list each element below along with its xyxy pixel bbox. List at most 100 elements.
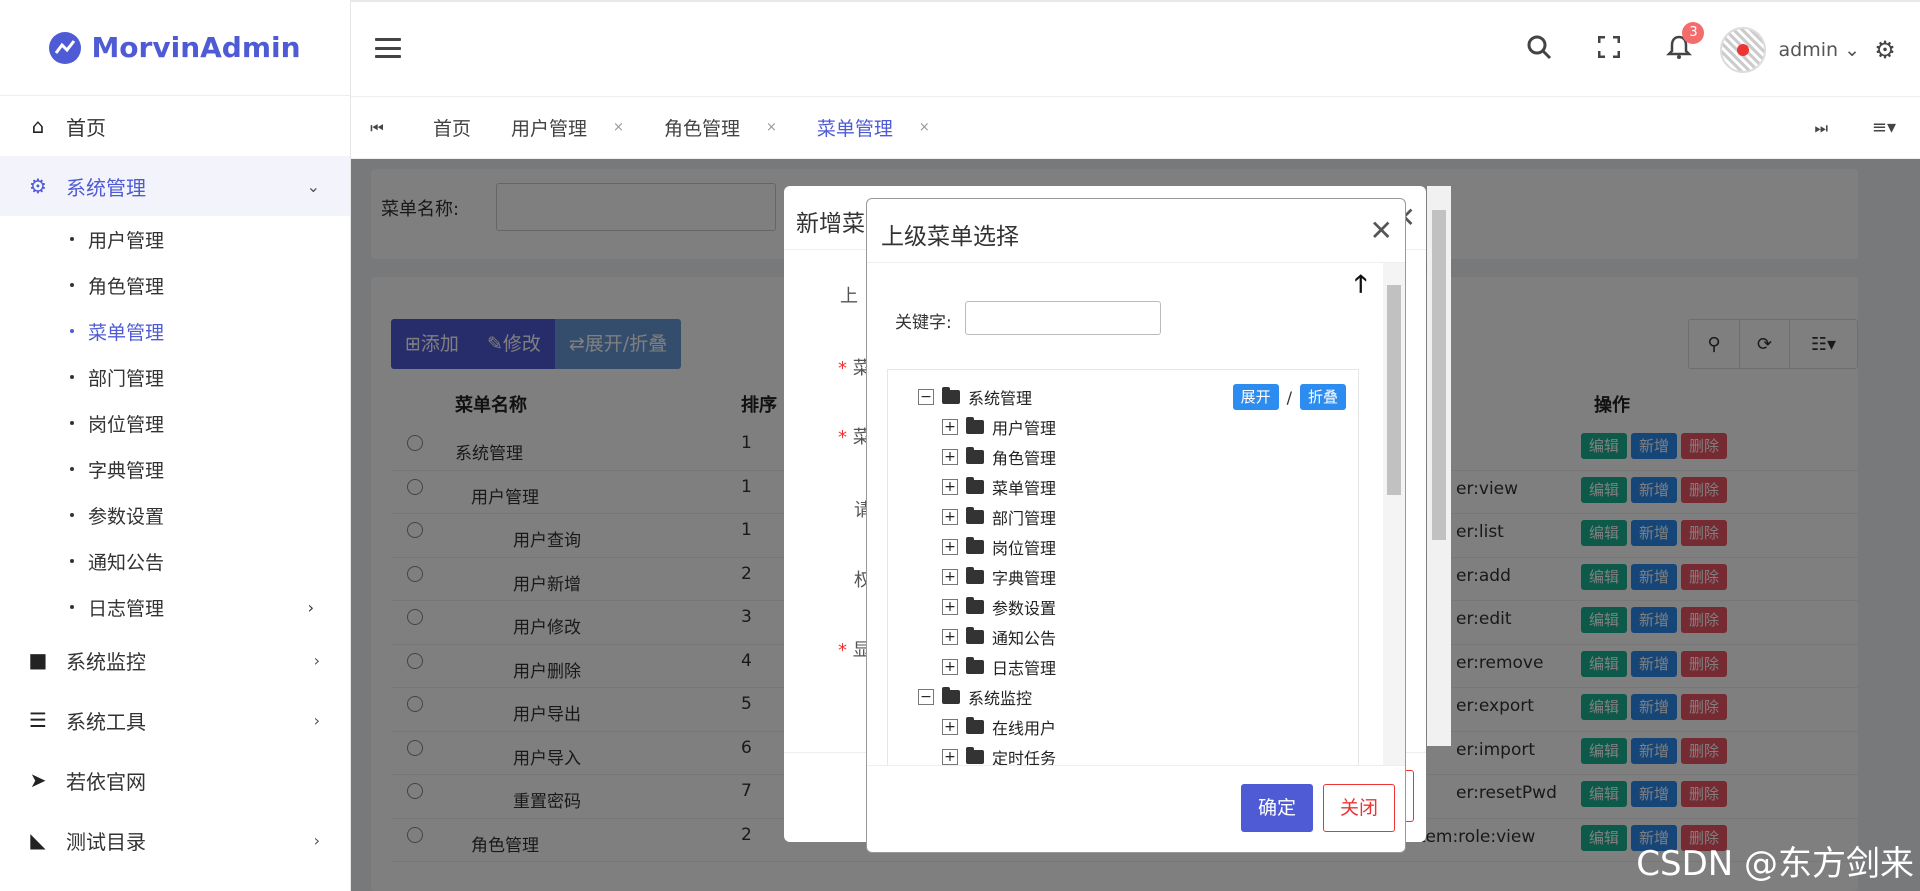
tree-node-label[interactable]: 日志管理: [992, 655, 1056, 679]
folder-icon: [966, 507, 984, 524]
tree-node-label[interactable]: 在线用户: [992, 715, 1056, 739]
bullet-icon: [70, 513, 74, 517]
tree-node[interactable]: + 参数设置: [918, 592, 1056, 622]
sidebar-item-system[interactable]: ⚙ 系统管理 ⌄: [0, 156, 350, 216]
expand-node-icon[interactable]: +: [942, 449, 958, 465]
logo[interactable]: MorvinAdmin: [0, 0, 350, 96]
scrollbar-thumb[interactable]: [1387, 285, 1401, 495]
tree-node[interactable]: + 日志管理: [918, 652, 1056, 682]
expand-node-icon[interactable]: +: [942, 509, 958, 525]
sidebar-item-monitor[interactable]: ■ 系统监控 ›: [0, 630, 350, 690]
expand-node-icon[interactable]: +: [942, 629, 958, 645]
scroll-left-icon[interactable]: ⏮: [351, 119, 403, 137]
expand-node-icon[interactable]: +: [942, 599, 958, 615]
submenu-label: 字典管理: [88, 459, 165, 482]
search-icon[interactable]: [1504, 34, 1574, 66]
submenu-item-config[interactable]: 参数设置: [0, 492, 350, 538]
tree-node[interactable]: + 用户管理: [918, 412, 1056, 442]
expand-node-icon[interactable]: +: [942, 479, 958, 495]
sidebar-item-label: 首页: [66, 115, 106, 140]
watermark: CSDN @东方剑来: [1636, 844, 1914, 884]
tree-node[interactable]: − 系统管理: [918, 382, 1056, 412]
close-icon[interactable]: ×: [613, 120, 624, 135]
tab-home[interactable]: 首页: [403, 114, 491, 141]
keyword-input[interactable]: [965, 301, 1161, 335]
sidebar-item-home[interactable]: ⌂ 首页: [0, 96, 350, 156]
tab-users[interactable]: 用户管理 ×: [491, 114, 644, 141]
expand-node-icon[interactable]: +: [942, 569, 958, 585]
submenu-item-menus[interactable]: 菜单管理: [0, 308, 350, 354]
parent-menu-select-dialog: 上级菜单选择 ✕ 🡑 关键字: 展开 / 折叠 − 系统管理 + 用户管理 + 角色管理 +…: [866, 198, 1406, 853]
arrow-up-icon[interactable]: 🡑: [1355, 267, 1367, 308]
hamburger-icon[interactable]: [375, 38, 401, 58]
bullet-icon: [70, 375, 74, 379]
tree-node-label[interactable]: 部门管理: [992, 505, 1056, 529]
outer-scrollbar-thumb[interactable]: [1432, 210, 1446, 540]
avatar[interactable]: [1720, 26, 1767, 73]
tree-node[interactable]: + 字典管理: [918, 562, 1056, 592]
tree-node-label[interactable]: 定时任务: [992, 745, 1056, 765]
bell-icon[interactable]: 3: [1644, 21, 1714, 66]
submenu-item-logs[interactable]: 日志管理 ›: [0, 584, 350, 630]
submenu-item-dict[interactable]: 字典管理: [0, 446, 350, 492]
bullet-icon: [70, 467, 74, 471]
close-icon[interactable]: ×: [919, 120, 930, 135]
sidebar-item-test[interactable]: ◣ 测试目录 ›: [0, 810, 350, 870]
bullet-icon: [70, 559, 74, 563]
close-icon[interactable]: ×: [766, 120, 777, 135]
close-icon[interactable]: ✕: [1370, 217, 1393, 245]
collapse-node-icon[interactable]: −: [918, 389, 934, 405]
tree-node[interactable]: + 通知公告: [918, 622, 1056, 652]
tree-node-label[interactable]: 系统管理: [968, 385, 1032, 409]
tree-node[interactable]: + 在线用户: [918, 712, 1056, 742]
fullscreen-icon[interactable]: [1574, 35, 1644, 64]
tree-node[interactable]: + 角色管理: [918, 442, 1056, 472]
tree-node[interactable]: + 菜单管理: [918, 472, 1056, 502]
list-icon: ☰: [29, 708, 47, 732]
submenu-item-roles[interactable]: 角色管理: [0, 262, 350, 308]
sidebar-item-tools[interactable]: ☰ 系统工具 ›: [0, 690, 350, 750]
expand-node-icon[interactable]: +: [942, 539, 958, 555]
tree-node[interactable]: − 系统监控: [918, 682, 1056, 712]
tree-node-label[interactable]: 菜单管理: [992, 475, 1056, 499]
keyword-label: 关键字:: [895, 313, 952, 333]
collapse-button[interactable]: 折叠: [1299, 384, 1346, 410]
tab-roles[interactable]: 角色管理 ×: [644, 114, 797, 141]
collapse-node-icon[interactable]: −: [918, 689, 934, 705]
expand-node-icon[interactable]: +: [942, 659, 958, 675]
tree-node-label[interactable]: 系统监控: [968, 685, 1032, 709]
submenu-item-posts[interactable]: 岗位管理: [0, 400, 350, 446]
submenu-label: 部门管理: [88, 367, 165, 390]
submenu-item-users[interactable]: 用户管理: [0, 216, 350, 262]
tree-node-label[interactable]: 通知公告: [992, 625, 1056, 649]
expand-node-icon[interactable]: +: [942, 719, 958, 735]
submenu-item-notice[interactable]: 通知公告: [0, 538, 350, 584]
tree-node-label[interactable]: 字典管理: [992, 565, 1056, 589]
tree-node[interactable]: + 部门管理: [918, 502, 1056, 532]
tab-menu-icon[interactable]: ≡▾: [1872, 117, 1896, 138]
username[interactable]: admin ⌄: [1778, 39, 1860, 61]
chevron-right-icon: ›: [313, 650, 320, 670]
confirm-button[interactable]: 确定: [1241, 784, 1313, 832]
tree-node-label[interactable]: 角色管理: [992, 445, 1056, 469]
submenu-item-depts[interactable]: 部门管理: [0, 354, 350, 400]
submenu-label: 岗位管理: [88, 413, 165, 436]
tree-node-label[interactable]: 用户管理: [992, 415, 1056, 439]
tree-node-label[interactable]: 岗位管理: [992, 535, 1056, 559]
outer-scrollbar[interactable]: [1427, 186, 1451, 746]
tab-menus[interactable]: 菜单管理 ×: [797, 114, 950, 141]
scroll-right-icon[interactable]: ⏭: [1814, 119, 1828, 137]
expand-node-icon[interactable]: +: [942, 419, 958, 435]
sidebar-item-website[interactable]: ➤ 若依官网: [0, 750, 350, 810]
close-button[interactable]: 关闭: [1323, 784, 1395, 832]
chevron-right-icon: ›: [307, 597, 314, 617]
submenu-label: 菜单管理: [88, 321, 165, 344]
expand-node-icon[interactable]: +: [942, 749, 958, 765]
expand-button[interactable]: 展开: [1232, 384, 1279, 410]
settings-gear-icon[interactable]: ⚙: [1850, 36, 1920, 64]
tree-node-label[interactable]: 参数设置: [992, 595, 1056, 619]
tree-node[interactable]: + 岗位管理: [918, 532, 1056, 562]
scrollbar[interactable]: [1383, 263, 1405, 765]
folder-icon: [966, 657, 984, 674]
tree-node[interactable]: + 定时任务: [918, 742, 1056, 765]
